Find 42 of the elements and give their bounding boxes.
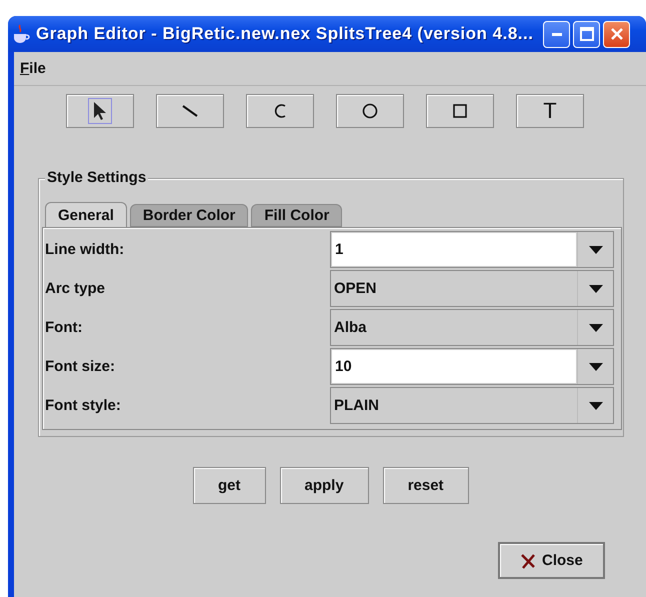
action-button[interactable]: reset [382, 467, 469, 504]
action-button[interactable]: apply [280, 467, 369, 504]
square-icon [453, 104, 467, 118]
minimize-button[interactable] [543, 20, 570, 48]
tab[interactable]: Fill Color [251, 204, 342, 227]
close-button[interactable]: Close [498, 542, 605, 579]
dropdown[interactable]: OPEN [330, 270, 614, 307]
caret-icon [588, 362, 602, 370]
dropdown[interactable]: PLAIN [330, 387, 614, 424]
tool-button[interactable] [66, 94, 134, 128]
action-button[interactable]: get [193, 467, 266, 504]
tool-button[interactable] [426, 94, 494, 128]
field-label: Line width: [45, 241, 124, 258]
tool-button[interactable] [336, 94, 404, 128]
tab[interactable]: Border Color [130, 204, 248, 227]
caret-icon [588, 246, 602, 254]
field-label: Font: [45, 319, 82, 336]
close-window-button[interactable] [603, 20, 630, 48]
field-label: Arc type [45, 280, 106, 297]
caret-icon [588, 324, 602, 332]
tab[interactable]: General [45, 202, 127, 227]
minimize-icon [552, 32, 562, 36]
menu-item[interactable]: File [20, 60, 46, 77]
editable-combo-box[interactable]: 1 [330, 231, 614, 268]
editable-combo-box[interactable]: 10 [330, 348, 614, 385]
pointer-icon [93, 101, 107, 121]
window-title: Graph Editor - BigRetic.new.nex SplitsTree4 (version 4.8... [36, 24, 534, 44]
caret-icon [588, 402, 602, 410]
field-label: Font style: [45, 397, 121, 414]
group-title: Style Settings [45, 169, 148, 186]
tool-button[interactable]: T [516, 94, 584, 128]
maximize-icon [580, 27, 594, 41]
coffee-cup-icon [12, 24, 30, 44]
maximize-button[interactable] [573, 20, 600, 48]
caret-icon [588, 284, 602, 292]
dropdown[interactable]: Alba [330, 309, 614, 346]
arc-icon [273, 103, 287, 119]
close-icon [520, 552, 536, 568]
line-icon [182, 105, 198, 117]
field-label: Font size: [45, 358, 115, 375]
close-icon [610, 27, 624, 41]
circle-icon [362, 103, 378, 119]
